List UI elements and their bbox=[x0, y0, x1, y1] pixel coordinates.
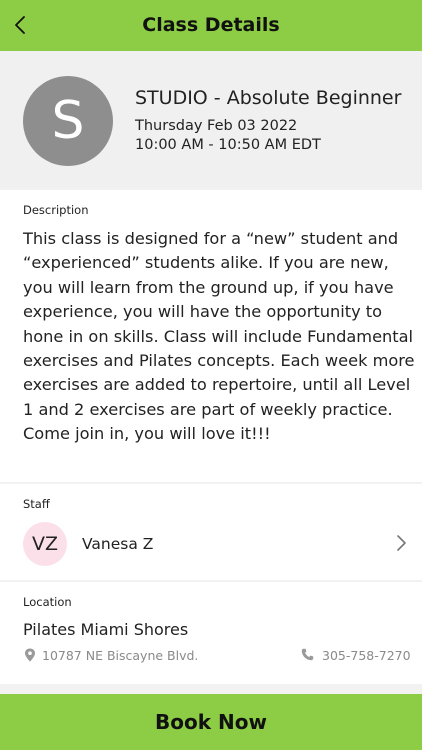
page-title: Class Details bbox=[142, 14, 280, 36]
class-avatar: S bbox=[23, 76, 113, 166]
location-address[interactable]: 10787 NE Biscayne Blvd. bbox=[42, 648, 198, 663]
staff-label: Staff bbox=[23, 497, 50, 511]
class-time: 10:00 AM - 10:50 AM EDT bbox=[135, 137, 321, 153]
location-label: Location bbox=[23, 595, 72, 609]
phone-icon bbox=[301, 648, 314, 661]
description-text: This class is designed for a “new” stude… bbox=[23, 229, 415, 444]
location-phone[interactable]: 305-758-7270 bbox=[322, 648, 411, 663]
staff-name: Vanesa Z bbox=[82, 535, 154, 553]
chevron-right-icon bbox=[397, 535, 406, 551]
description-label: Description bbox=[23, 203, 89, 217]
map-pin-icon bbox=[25, 648, 35, 662]
description-section: Description This class is designed for a… bbox=[0, 190, 422, 482]
book-now-button[interactable]: Book Now bbox=[0, 694, 422, 750]
class-summary-card: S STUDIO - Absolute Beginner Thursday Fe… bbox=[0, 51, 422, 188]
location-section: Location Pilates Miami Shores 10787 NE B… bbox=[0, 582, 422, 684]
app-header: Class Details bbox=[0, 0, 422, 51]
staff-avatar: VZ bbox=[23, 522, 67, 566]
staff-section: Staff VZ Vanesa Z bbox=[0, 484, 422, 580]
class-date: Thursday Feb 03 2022 bbox=[135, 118, 298, 134]
location-name: Pilates Miami Shores bbox=[23, 620, 189, 639]
class-name: STUDIO - Absolute Beginner bbox=[135, 87, 402, 109]
staff-row[interactable]: VZ Vanesa Z bbox=[0, 518, 422, 570]
